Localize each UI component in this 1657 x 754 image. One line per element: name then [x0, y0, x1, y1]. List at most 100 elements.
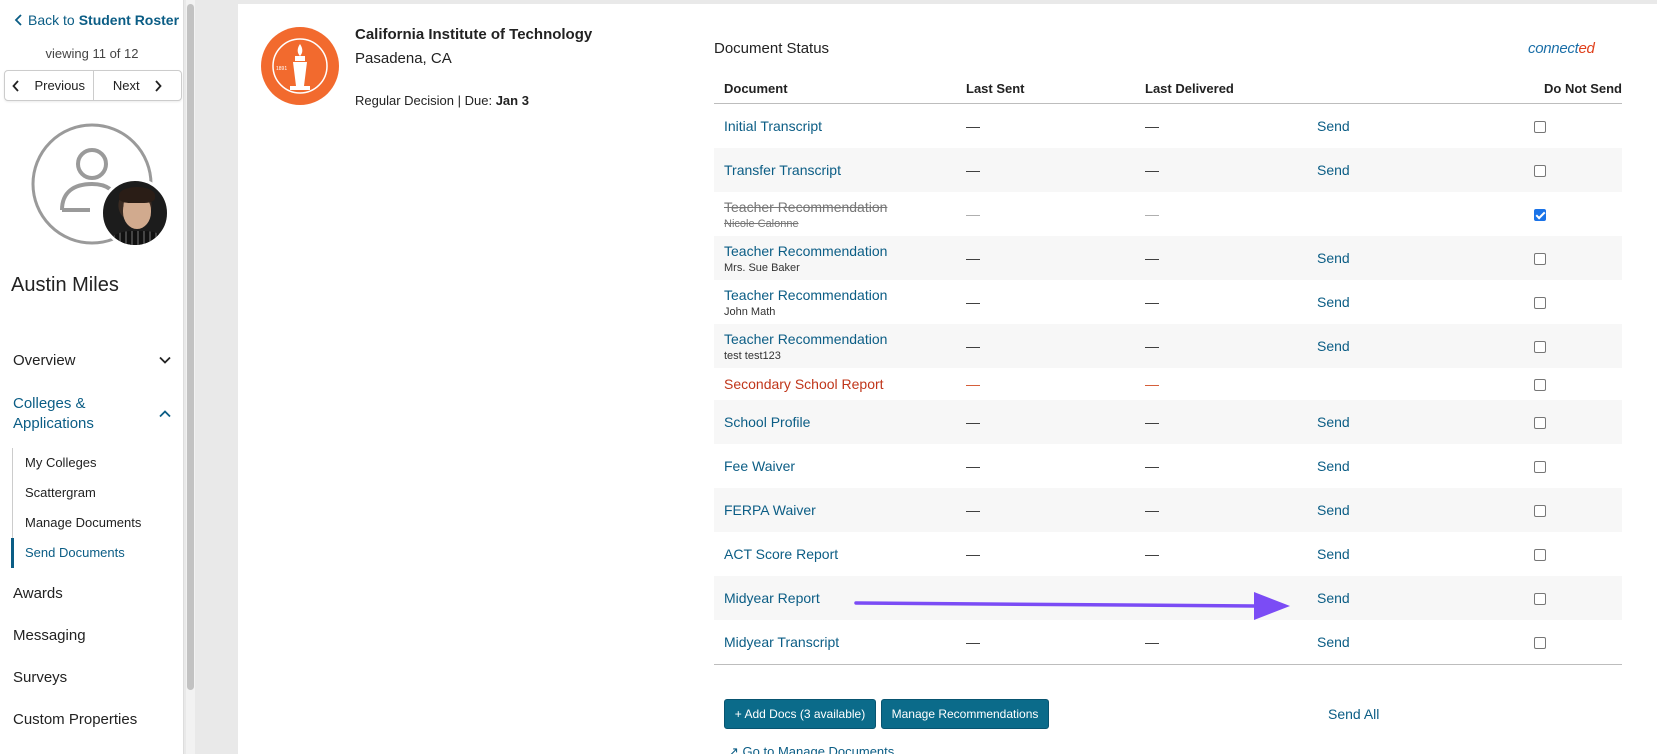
do-not-send-checkbox[interactable]	[1533, 549, 1546, 562]
sidebar-scrollbar[interactable]	[186, 0, 195, 754]
header-document: Document	[724, 81, 788, 96]
last-delivered-cell: —	[1145, 162, 1159, 178]
last-delivered-cell: —	[1145, 546, 1159, 562]
document-name-link[interactable]: Teacher Recommendation	[724, 331, 966, 347]
document-name-link[interactable]: Fee Waiver	[724, 458, 966, 474]
sidebar-item-messaging[interactable]: Messaging	[0, 614, 184, 656]
annotation-arrow-icon	[854, 592, 1290, 620]
send-link[interactable]: Send	[1317, 294, 1350, 310]
send-link[interactable]: Send	[1317, 250, 1350, 266]
send-link[interactable]: Send	[1317, 634, 1350, 650]
document-name-link[interactable]: Teacher Recommendation	[724, 243, 966, 259]
last-sent-cell: —	[966, 338, 980, 354]
previous-button[interactable]: Previous	[5, 71, 93, 100]
subnav-manage-documents[interactable]: Manage Documents	[13, 508, 184, 538]
sidebar-item-label: Awards	[13, 584, 63, 602]
do-not-send-cell	[1457, 414, 1622, 430]
do-not-send-cell	[1457, 546, 1622, 562]
document-cell: Teacher Recommendation Nicole Calonne	[714, 199, 966, 230]
table-row: ACT Score Report — — Send	[714, 532, 1622, 576]
document-name-link[interactable]: Midyear Transcript	[724, 634, 966, 650]
last-sent-cell: —	[966, 634, 980, 650]
do-not-send-cell	[1457, 502, 1622, 518]
recommender-name: test test123	[724, 349, 781, 362]
do-not-send-cell	[1457, 162, 1622, 178]
send-link[interactable]: Send	[1317, 590, 1350, 606]
do-not-send-checkbox[interactable]	[1533, 121, 1546, 134]
sidebar-item-label: Colleges & Applications	[13, 395, 94, 432]
document-name-link[interactable]: Secondary School Report	[724, 376, 966, 392]
next-label: Next	[112, 78, 140, 93]
table-row: Initial Transcript — — Send	[714, 104, 1622, 148]
subnav-send-documents[interactable]: Send Documents	[11, 538, 184, 568]
sidebar-item-colleges[interactable]: Colleges & Applications	[0, 386, 184, 442]
last-sent-cell: —	[966, 294, 980, 310]
action-cell: Send	[1317, 162, 1457, 178]
do-not-send-checkbox[interactable]	[1533, 165, 1546, 178]
sidebar-item-custom-properties[interactable]: Custom Properties	[0, 698, 184, 740]
manage-recommendations-button[interactable]: Manage Recommendations	[881, 699, 1049, 729]
send-link[interactable]: Send	[1317, 162, 1350, 178]
sidebar-item-overview[interactable]: Overview	[0, 344, 184, 376]
last-delivered-cell: —	[1145, 338, 1159, 354]
do-not-send-checkbox[interactable]	[1533, 637, 1546, 650]
back-to-roster-link[interactable]: Back to Student Roster	[14, 12, 179, 28]
do-not-send-checkbox[interactable]	[1533, 593, 1546, 606]
connected-logo: connected	[1528, 40, 1595, 57]
do-not-send-checkbox[interactable]	[1533, 209, 1546, 222]
document-name-link[interactable]: Teacher Recommendation	[724, 287, 966, 303]
document-name-link: Teacher Recommendation	[724, 198, 888, 215]
send-all-link[interactable]: Send All	[1328, 706, 1379, 722]
last-delivered-cell: —	[1145, 294, 1159, 310]
document-name-link[interactable]: Initial Transcript	[724, 118, 966, 134]
table-row: Teacher Recommendation Mrs. Sue Baker — — Se…	[714, 236, 1622, 280]
send-link[interactable]: Send	[1317, 118, 1350, 134]
document-status-title: Document Status	[714, 40, 830, 57]
table-row: Midyear Transcript — — Send	[714, 620, 1622, 664]
send-link[interactable]: Send	[1317, 458, 1350, 474]
action-cell: Send	[1317, 250, 1457, 266]
action-cell: Send	[1317, 414, 1457, 430]
last-sent-cell: —	[966, 206, 980, 222]
send-link[interactable]: Send	[1317, 502, 1350, 518]
last-sent-cell: —	[966, 414, 980, 430]
scrollbar-thumb[interactable]	[187, 4, 194, 690]
avatar	[30, 122, 170, 252]
document-name-link[interactable]: Transfer Transcript	[724, 162, 966, 178]
action-cell: Send	[1317, 294, 1457, 310]
table-row: Transfer Transcript — — Send	[714, 148, 1622, 192]
subnav-scattergram[interactable]: Scattergram	[13, 478, 184, 508]
do-not-send-cell	[1457, 118, 1622, 134]
do-not-send-checkbox[interactable]	[1533, 379, 1546, 392]
sidebar-item-label: Surveys	[13, 668, 68, 686]
recommender-name: Mrs. Sue Baker	[724, 261, 800, 274]
document-name-link[interactable]: FERPA Waiver	[724, 502, 966, 518]
document-name-link[interactable]: ACT Score Report	[724, 546, 966, 562]
sidebar-item-label: Custom Properties	[13, 710, 138, 728]
last-sent-cell: —	[966, 162, 980, 178]
do-not-send-checkbox[interactable]	[1533, 417, 1546, 430]
document-name-link[interactable]: School Profile	[724, 414, 966, 430]
send-link[interactable]: Send	[1317, 338, 1350, 354]
sidebar-item-surveys[interactable]: Surveys	[0, 656, 184, 698]
last-delivered-cell: —	[1145, 118, 1159, 134]
sidebar-item-awards[interactable]: Awards	[0, 572, 184, 614]
last-delivered-cell: —	[1145, 250, 1159, 266]
table-row: School Profile — — Send	[714, 400, 1622, 444]
document-cell: School Profile	[714, 414, 966, 430]
action-cell: Send	[1317, 338, 1457, 354]
table-row: Teacher Recommendation John Math — — Send	[714, 280, 1622, 324]
do-not-send-checkbox[interactable]	[1533, 253, 1546, 266]
do-not-send-checkbox[interactable]	[1533, 341, 1546, 354]
do-not-send-checkbox[interactable]	[1533, 297, 1546, 310]
send-link[interactable]: Send	[1317, 414, 1350, 430]
recommender-name: John Math	[724, 305, 776, 318]
add-docs-button[interactable]: + Add Docs (3 available)	[724, 699, 876, 729]
send-link[interactable]: Send	[1317, 546, 1350, 562]
do-not-send-checkbox[interactable]	[1533, 461, 1546, 474]
next-button[interactable]: Next	[92, 71, 182, 100]
do-not-send-checkbox[interactable]	[1533, 505, 1546, 518]
goto-manage-documents-link[interactable]: ↗ Go to Manage Documents	[728, 744, 894, 754]
student-pager: Previous Next	[4, 70, 182, 101]
subnav-my-colleges[interactable]: My Colleges	[13, 448, 184, 478]
